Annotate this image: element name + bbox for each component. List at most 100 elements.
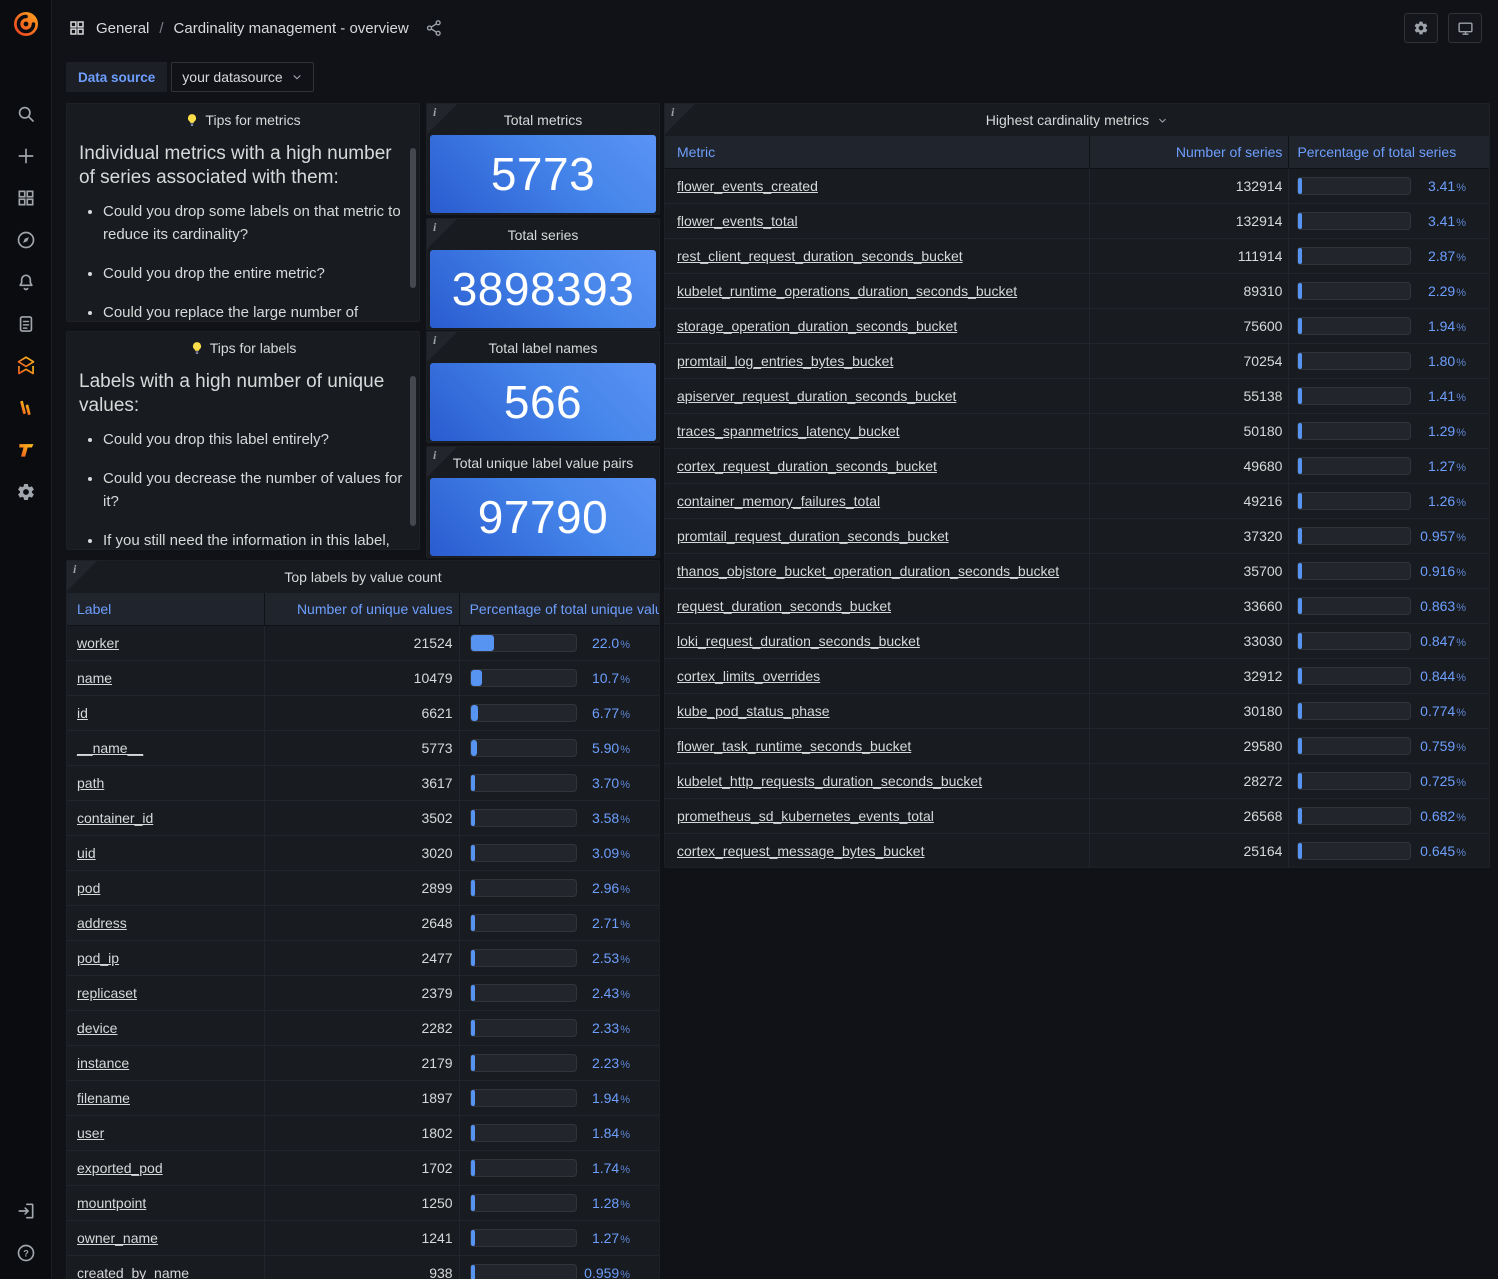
percentage-cell: 0.959% xyxy=(460,1256,659,1279)
label-link[interactable]: created_by_name xyxy=(77,1265,189,1279)
label-link[interactable]: owner_name xyxy=(77,1230,158,1246)
label-link[interactable]: exported_pod xyxy=(77,1160,163,1176)
explore-compass-icon[interactable] xyxy=(16,230,36,250)
plus-icon[interactable] xyxy=(16,146,36,166)
percentage-value: 10.7% xyxy=(577,670,630,686)
sign-in-icon[interactable] xyxy=(16,1201,36,1221)
label-link[interactable]: instance xyxy=(77,1055,129,1071)
panel-tips-for-labels: Tips for labels Labels with a high numbe… xyxy=(66,331,420,550)
percentage-value: 0.759% xyxy=(1411,738,1466,754)
panel-title[interactable]: Highest cardinality metrics xyxy=(665,104,1489,136)
panel-title[interactable]: Total unique label value pairs xyxy=(427,447,659,478)
metric-link[interactable]: request_duration_seconds_bucket xyxy=(677,598,891,614)
metric-link[interactable]: traces_spanmetrics_latency_bucket xyxy=(677,423,900,439)
metric-link[interactable]: container_memory_failures_total xyxy=(677,493,880,509)
name-cell: container_id xyxy=(67,801,265,835)
percentage-bar-fill xyxy=(471,810,475,826)
label-link[interactable]: name xyxy=(77,670,112,686)
table-row: prometheus_sd_kubernetes_events_total265… xyxy=(665,799,1489,834)
count-cell: 75600 xyxy=(1090,309,1290,343)
name-cell: flower_task_runtime_seconds_bucket xyxy=(665,729,1090,763)
panel-title[interactable]: Total label names xyxy=(427,332,659,363)
metric-link[interactable]: flower_events_created xyxy=(677,178,818,194)
metric-link[interactable]: thanos_objstore_bucket_operation_duratio… xyxy=(677,563,1059,579)
percentage-cell: 2.96% xyxy=(460,871,659,905)
percentage-bar-fill xyxy=(1298,703,1302,719)
panel-title[interactable]: Tips for metrics xyxy=(67,104,419,136)
label-link[interactable]: address xyxy=(77,915,127,931)
metric-link[interactable]: rest_client_request_duration_seconds_buc… xyxy=(677,248,963,264)
column-header-metric[interactable]: Metric xyxy=(665,136,1090,168)
label-link[interactable]: path xyxy=(77,775,104,791)
metric-link[interactable]: flower_events_total xyxy=(677,213,798,229)
percentage-value: 2.29% xyxy=(1411,283,1466,299)
scrollbar[interactable] xyxy=(410,148,416,288)
loki-icon[interactable] xyxy=(16,398,36,418)
metric-link[interactable]: kubelet_http_requests_duration_seconds_b… xyxy=(677,773,982,789)
count-cell: 28272 xyxy=(1090,764,1290,798)
grafana-logo[interactable] xyxy=(12,10,40,38)
gear-icon[interactable] xyxy=(16,482,36,502)
label-link[interactable]: __name__ xyxy=(77,740,143,756)
metric-link[interactable]: promtail_log_entries_bytes_bucket xyxy=(677,353,893,369)
label-link[interactable]: id xyxy=(77,705,88,721)
label-link[interactable]: container_id xyxy=(77,810,153,826)
kiosk-monitor-icon[interactable] xyxy=(1448,13,1482,43)
panel-title[interactable]: Tips for labels xyxy=(67,332,419,364)
metric-link[interactable]: loki_request_duration_seconds_bucket xyxy=(677,633,920,649)
stat-value-bg: 97790 xyxy=(430,478,656,556)
metric-link[interactable]: kubelet_runtime_operations_duration_seco… xyxy=(677,283,1017,299)
panel-title[interactable]: Total series xyxy=(427,219,659,250)
percentage-cell: 3.09% xyxy=(460,836,659,870)
scrollbar[interactable] xyxy=(410,376,416,526)
dashboard-settings-button[interactable] xyxy=(1404,13,1438,43)
column-header-label[interactable]: Label xyxy=(67,593,265,625)
metric-link[interactable]: cortex_request_message_bytes_bucket xyxy=(677,843,924,859)
label-link[interactable]: pod xyxy=(77,880,100,896)
label-link[interactable]: filename xyxy=(77,1090,130,1106)
metric-link[interactable]: prometheus_sd_kubernetes_events_total xyxy=(677,808,934,824)
table-row: instance21792.23% xyxy=(67,1046,659,1081)
percentage-bar-fill xyxy=(1298,738,1302,754)
metric-link[interactable]: apiserver_request_duration_seconds_bucke… xyxy=(677,388,956,404)
metric-link[interactable]: cortex_request_duration_seconds_bucket xyxy=(677,458,937,474)
tempo-icon[interactable] xyxy=(16,440,36,460)
metric-link[interactable]: kube_pod_status_phase xyxy=(677,703,830,719)
panel-title[interactable]: Top labels by value count xyxy=(67,561,659,593)
search-icon[interactable] xyxy=(16,104,36,124)
datasource-picker[interactable]: your datasource xyxy=(171,62,313,92)
metric-link[interactable]: cortex_limits_overrides xyxy=(677,668,820,684)
metric-link[interactable]: storage_operation_duration_seconds_bucke… xyxy=(677,318,957,334)
page-title[interactable]: Cardinality management - overview xyxy=(174,20,409,37)
table-row: flower_events_created1329143.41% xyxy=(665,169,1489,204)
alerting-bell-icon[interactable] xyxy=(16,272,36,292)
document-icon[interactable] xyxy=(16,314,36,334)
percentage-cell: 1.94% xyxy=(460,1081,659,1115)
name-cell: owner_name xyxy=(67,1221,265,1255)
column-header-unique-values[interactable]: Number of unique values xyxy=(265,593,459,625)
label-link[interactable]: user xyxy=(77,1125,104,1141)
label-link[interactable]: replicaset xyxy=(77,985,137,1001)
mimir-icon[interactable] xyxy=(16,356,36,376)
name-cell: __name__ xyxy=(67,731,265,765)
table-row: rest_client_request_duration_seconds_buc… xyxy=(665,239,1489,274)
column-header-percentage[interactable]: Percentage of total series xyxy=(1289,136,1489,168)
label-link[interactable]: mountpoint xyxy=(77,1195,146,1211)
metric-link[interactable]: flower_task_runtime_seconds_bucket xyxy=(677,738,911,754)
breadcrumb-section[interactable]: General xyxy=(96,20,149,37)
stat-value: 5773 xyxy=(491,147,595,201)
column-header-number-of-series[interactable]: Number of series xyxy=(1090,136,1290,168)
name-cell: created_by_name xyxy=(67,1256,265,1279)
label-link[interactable]: device xyxy=(77,1020,117,1036)
count-cell: 32912 xyxy=(1090,659,1290,693)
column-header-percentage[interactable]: Percentage of total unique values xyxy=(460,593,659,625)
help-icon[interactable]: ? xyxy=(16,1243,36,1263)
percentage-value: 0.957% xyxy=(1411,528,1466,544)
share-icon[interactable] xyxy=(425,19,443,37)
dashboards-icon[interactable] xyxy=(16,188,36,208)
label-link[interactable]: uid xyxy=(77,845,96,861)
panel-title[interactable]: Total metrics xyxy=(427,104,659,135)
metric-link[interactable]: promtail_request_duration_seconds_bucket xyxy=(677,528,949,544)
label-link[interactable]: pod_ip xyxy=(77,950,119,966)
label-link[interactable]: worker xyxy=(77,635,119,651)
